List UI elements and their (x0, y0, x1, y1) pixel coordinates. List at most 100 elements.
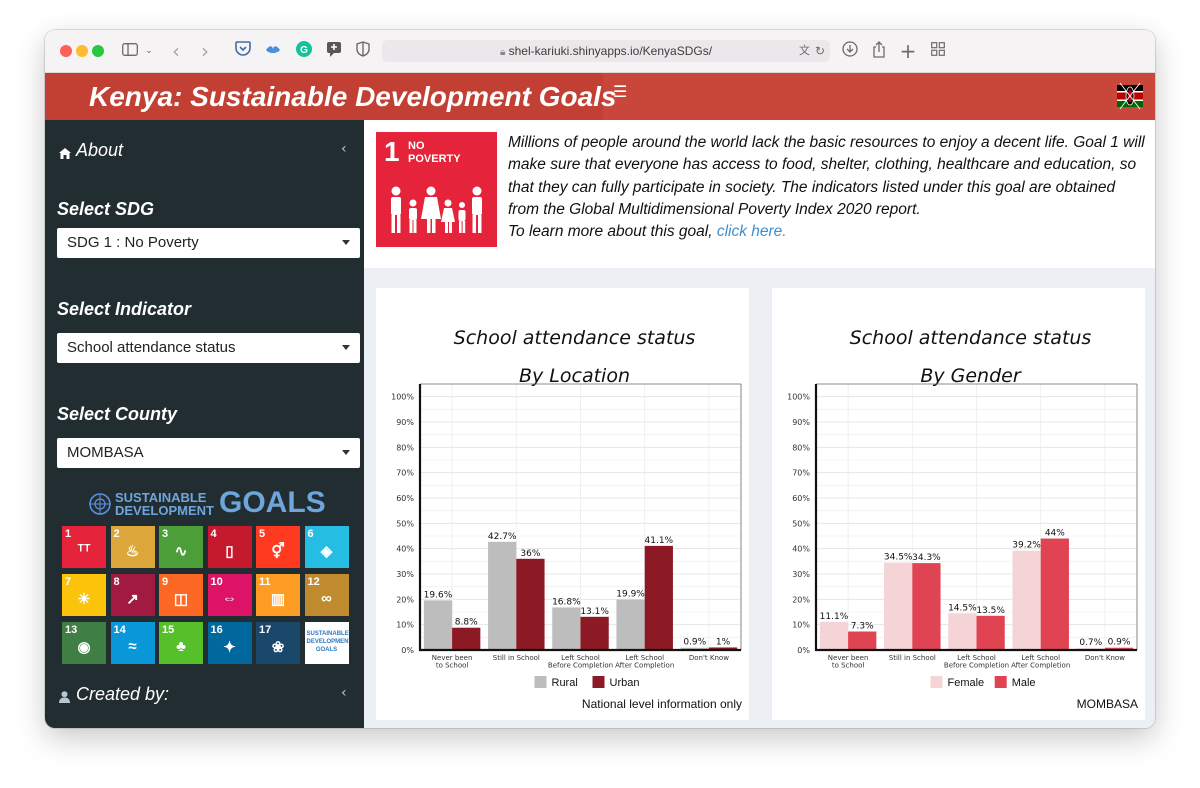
x-tick-label: to School (436, 662, 469, 670)
sidebar-item-about[interactable]: About ‹ (45, 136, 364, 166)
new-tab-icon[interactable]: + (899, 41, 917, 61)
chart-by-location-svg: School attendance statusBy Location0%10%… (391, 327, 742, 711)
sdg-tile-number: 15 (162, 624, 175, 636)
bar-male (848, 631, 877, 650)
bar-female (819, 621, 849, 650)
select-indicator-dropdown[interactable]: School attendance status (57, 333, 360, 363)
address-bar[interactable]: 🔒︎ shel-kariuki.shinyapps.io/KenyaSDGs/ … (382, 40, 830, 62)
sdg-tile-symbol-icon: ∿ (174, 543, 188, 560)
y-tick-label: 20% (396, 595, 414, 604)
download-icon[interactable] (841, 41, 859, 61)
sdg-tile-number: 5 (259, 528, 266, 540)
sdg-tile-number: 16 (210, 624, 223, 636)
y-tick-label: 90% (792, 418, 810, 427)
sdg-tile-number: 9 (162, 576, 169, 588)
goal-1-icon: 1 NO POVERTY (376, 132, 497, 247)
sidebar-item-created-by[interactable]: Created by: ‹ (45, 680, 364, 710)
svg-text:G: G (300, 45, 308, 56)
bar-value-label: 1% (716, 637, 731, 647)
sdg-tile-17: 17 ❀ (256, 622, 300, 664)
sdg-tile-number: 17 (259, 624, 272, 636)
sdg-tile-number: 8 (113, 576, 120, 588)
sdg-tile-2: 2 ♨ (110, 526, 155, 568)
bar-value-label: 41.1% (645, 536, 674, 546)
y-tick-label: 40% (396, 545, 414, 554)
chevron-down-icon[interactable]: ⌄ (144, 41, 154, 61)
bar-value-label: 13.5% (976, 606, 1005, 616)
reload-icon[interactable]: ↻ (815, 40, 825, 62)
sdg-tile-symbol-icon: ◈ (320, 543, 333, 560)
sdg-tile-number: 4 (210, 528, 217, 540)
sdg-tile-13: 13 ◉ (62, 622, 106, 664)
main-content: 1 NO POVERTY Millions of people around t… (364, 120, 1155, 728)
pocket-icon[interactable] (234, 41, 252, 61)
bar-value-label: 0.7% (1079, 638, 1102, 648)
y-tick-label: 60% (396, 494, 414, 503)
share-icon[interactable] (870, 41, 888, 61)
select-indicator-label: Select Indicator (57, 299, 192, 319)
sidebar-item-about-label: About (76, 140, 124, 160)
chat-icon[interactable] (325, 41, 343, 61)
sdg-tile-logo: SUSTAINABLE DEVELOPMENT GOALS (304, 622, 349, 664)
sdg-tile-5: 5 ⚥ (256, 526, 300, 568)
select-sdg-label: Select SDG (57, 199, 155, 219)
x-tick-label: Don't Know (1085, 654, 1125, 662)
select-sdg-dropdown[interactable]: SDG 1 : No Poverty (57, 228, 360, 258)
home-icon (59, 144, 71, 163)
sdg-tile-symbol-icon: ≈ (128, 638, 137, 655)
chart-title: School attendance status (850, 327, 1092, 349)
bar-female (1012, 550, 1041, 650)
translate-icon[interactable]: 文 (799, 40, 810, 62)
app-logo-area: Kenya: Sustainable Development Goals (45, 73, 617, 120)
bar-female (948, 613, 977, 650)
sdg-logo-goals: GOALS (219, 486, 326, 519)
select-county-dropdown[interactable]: MOMBASA (57, 438, 360, 468)
sdg-tile-1: 1 ᵀᵀ (62, 526, 106, 568)
sdg-tile-symbol-icon: ∞ (321, 590, 332, 607)
bar-male (976, 615, 1005, 650)
grammarly-icon[interactable]: G (295, 41, 313, 61)
forward-icon[interactable]: › (198, 41, 212, 61)
sdg-tile-11: 11 ▥ (256, 574, 300, 616)
sdg-tile-symbol-icon: ✦ (223, 639, 236, 656)
sdg-tile-16: 16 ✦ (207, 622, 252, 664)
learn-more-prefix: To learn more about this goal, (508, 223, 713, 241)
zoom-window-button[interactable] (92, 45, 104, 57)
bird-icon[interactable] (264, 41, 282, 61)
sidebar-icon[interactable] (121, 41, 139, 61)
shield-icon[interactable] (354, 41, 372, 61)
sdg-tile-7: 7 ☀ (62, 574, 106, 616)
kenya-flag-icon (1117, 79, 1143, 113)
bar-male (912, 563, 941, 650)
y-tick-label: 30% (792, 570, 810, 579)
chevron-left-icon: ‹ (341, 141, 347, 157)
sdg-tile-number: 2 (113, 528, 120, 540)
sdg-tile-number: 11 (259, 576, 271, 588)
user-icon (59, 688, 70, 707)
bar-female (884, 562, 913, 650)
select-sdg-value: SDG 1 : No Poverty (67, 234, 199, 251)
legend-label-male: Male (1012, 677, 1036, 689)
bar-value-label: 44% (1045, 529, 1065, 539)
learn-more-link[interactable]: click here. (717, 223, 787, 240)
goal-name-line2: POVERTY (408, 153, 461, 165)
hamburger-icon[interactable]: ☰ (613, 82, 627, 101)
sdg-tile-number: 3 (162, 528, 169, 540)
sdg-tile-number: 10 (210, 576, 223, 588)
select-county-value: MOMBASA (67, 444, 144, 461)
tab-overview-icon[interactable] (929, 41, 947, 61)
sdg-tile-3: 3 ∿ (159, 526, 203, 568)
minimize-window-button[interactable] (76, 45, 88, 57)
sidebar: About ‹ Select SDG SDG 1 : No Poverty Se… (45, 120, 364, 728)
sdg-tile-10: 10 ⇔ (207, 574, 252, 616)
back-icon[interactable]: ‹ (169, 41, 183, 61)
close-window-button[interactable] (60, 45, 72, 57)
url-text: shel-kariuki.shinyapps.io/KenyaSDGs/ (508, 44, 713, 58)
chart-caption: National level information only (582, 697, 742, 711)
y-tick-label: 0% (797, 646, 810, 655)
sdg-tile-symbol-icon: ◉ (77, 639, 91, 656)
legend-swatch-male (994, 676, 1007, 688)
legend-swatch-female (930, 676, 943, 688)
bar-value-label: 0.9% (683, 638, 706, 648)
sdg-tile-15: 15 ♣ (159, 622, 203, 664)
